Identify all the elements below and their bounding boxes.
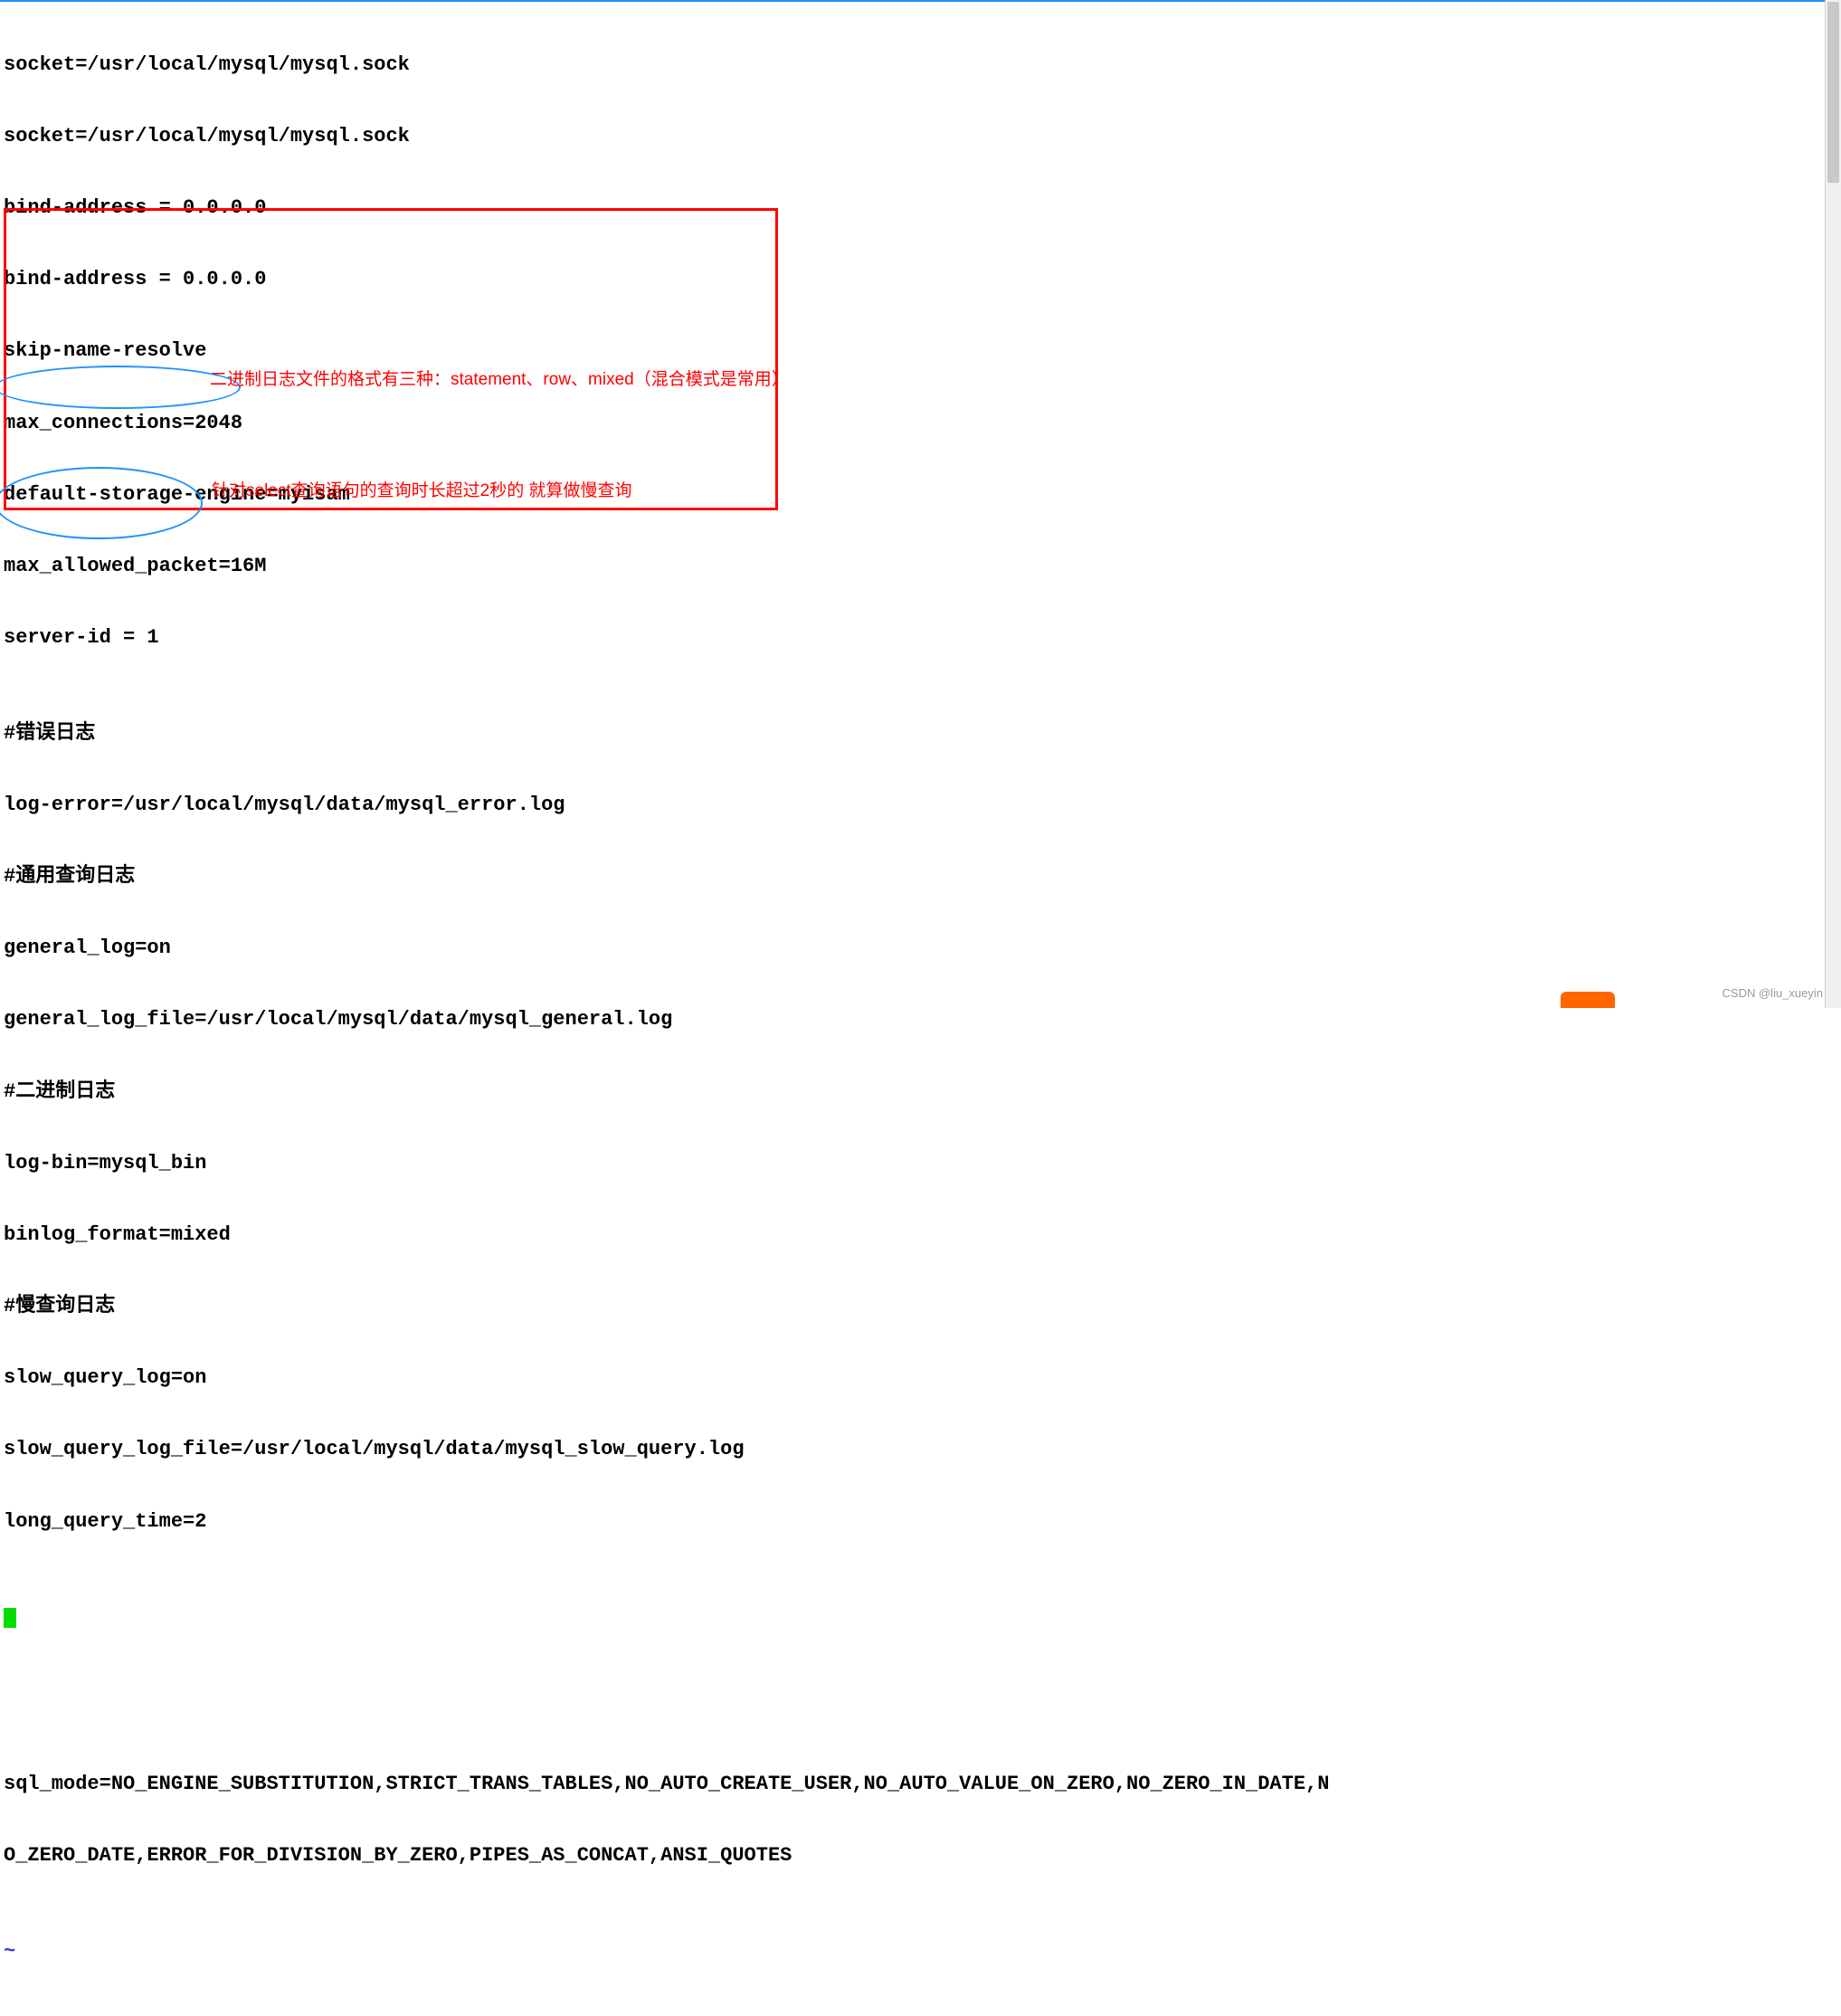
vertical-scrollbar[interactable] [1825,0,1841,1008]
config-line: #二进制日志 [4,1080,1837,1104]
orange-tab-icon [1561,992,1615,1008]
cursor-icon [4,1608,16,1628]
config-line: skip-name-resolve [4,339,1837,363]
config-line: long_query_time=2 [4,1510,1837,1534]
config-line: general_log_file=/usr/local/mysql/data/m… [4,1008,1837,1032]
config-line: #慢查询日志 [4,1295,1837,1318]
config-line: sql_mode=NO_ENGINE_SUBSTITUTION,STRICT_T… [4,1773,1837,1796]
editor-viewport: socket=/usr/local/mysql/mysql.sock socke… [4,4,1837,2016]
config-line: bind-address = 0.0.0.0 [4,196,1837,220]
config-line: binlog_format=mixed [4,1223,1837,1247]
tilde-line: ~ [4,1940,1837,1964]
annotation-binlog: 二进制日志文件的格式有三种：statement、row、mixed（混合模式是常… [210,370,789,391]
config-line: max_connections=2048 [4,412,1837,435]
blank-line [4,1677,1837,1700]
config-line: slow_query_log_file=/usr/local/mysql/dat… [4,1438,1837,1461]
tilde-line: ~ [4,2011,1837,2016]
config-line: max_allowed_packet=16M [4,555,1837,578]
config-line: slow_query_log=on [4,1366,1837,1390]
config-line: server-id = 1 [4,626,1837,650]
config-line: log-bin=mysql_bin [4,1152,1837,1175]
config-line: O_ZERO_DATE,ERROR_FOR_DIVISION_BY_ZERO,P… [4,1844,1837,1868]
scrollbar-thumb[interactable] [1827,2,1839,183]
config-line: socket=/usr/local/mysql/mysql.sock [4,53,1837,77]
config-line: socket=/usr/local/mysql/mysql.sock [4,125,1837,148]
cursor-line [4,1605,1837,1629]
config-line: #错误日志 [4,722,1837,746]
config-line: general_log=on [4,937,1837,960]
config-line: #通用查询日志 [4,865,1837,889]
annotation-slow-query: 针对select查询语句的查询时长超过2秒的 就算做慢查询 [212,481,631,502]
watermark-text: CSDN @liu_xueyin [1722,986,1823,1001]
config-line: log-error=/usr/local/mysql/data/mysql_er… [4,794,1837,817]
top-border [0,0,1841,2]
config-line: bind-address = 0.0.0.0 [4,268,1837,291]
